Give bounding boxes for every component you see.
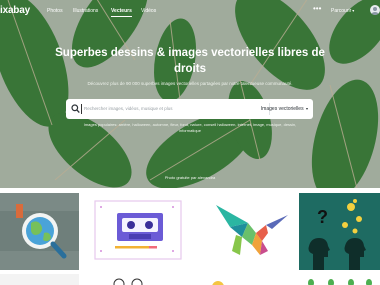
hummingbird-illustration bbox=[216, 205, 288, 255]
browse-menu[interactable]: Parcourir▾ bbox=[331, 8, 354, 14]
more-menu-icon[interactable]: ••• bbox=[313, 5, 321, 13]
popular-searches[interactable]: Images populaires: arrière, halloween, a… bbox=[76, 122, 304, 134]
image-tile-cassette[interactable] bbox=[81, 193, 194, 270]
chevron-down-icon: ▾ bbox=[305, 106, 308, 111]
sun-illustration bbox=[212, 281, 224, 285]
plants-illustration bbox=[308, 279, 372, 285]
browse-label: Parcourir bbox=[331, 8, 352, 14]
svg-text:?: ? bbox=[317, 207, 328, 227]
page-title: Superbes dessins & images vectorielles l… bbox=[55, 47, 325, 75]
top-navigation: ixabay Photos Illustrations Vecteurs Vid… bbox=[0, 0, 380, 22]
robot-illustration bbox=[113, 278, 143, 285]
search-input[interactable]: Rechercher images, vidéos, musique et pl… bbox=[84, 106, 264, 111]
nav-illustrations[interactable]: Illustrations bbox=[73, 8, 98, 14]
image-tile-hummingbird[interactable] bbox=[196, 193, 297, 270]
text-caret bbox=[81, 104, 82, 114]
chevron-down-icon: ▾ bbox=[352, 8, 355, 13]
leaf-background bbox=[0, 0, 380, 188]
site-logo[interactable]: ixabay bbox=[0, 5, 30, 16]
image-tile-row2-3[interactable] bbox=[196, 274, 297, 285]
user-avatar-icon[interactable] bbox=[370, 5, 380, 15]
search-icon[interactable] bbox=[71, 104, 80, 114]
image-tile-row2-4[interactable] bbox=[299, 274, 380, 285]
heads-ideas-illustration: ? bbox=[299, 193, 380, 270]
hero-banner: ixabay Photos Illustrations Vecteurs Vid… bbox=[0, 0, 380, 188]
photo-credit[interactable]: Photo gratuite par alexandra bbox=[140, 175, 240, 180]
image-tile-ideas[interactable]: ? bbox=[299, 193, 380, 270]
search-bar: Rechercher images, vidéos, musique et pl… bbox=[66, 99, 313, 119]
cassette-illustration bbox=[94, 200, 182, 260]
search-type-select[interactable]: Images vectorielles ▾ bbox=[261, 106, 308, 112]
image-tile-globe[interactable] bbox=[0, 193, 79, 270]
image-tile-row2-1[interactable] bbox=[0, 274, 79, 285]
page-subtitle: Découvrez plus de 90 000 superbes images… bbox=[87, 81, 293, 86]
globe-magnifier-illustration bbox=[0, 204, 79, 259]
search-type-label: Images vectorielles bbox=[260, 106, 304, 112]
image-tile-row2-2[interactable] bbox=[81, 274, 194, 285]
nav-videos[interactable]: Vidéos bbox=[141, 8, 156, 14]
nav-vectors[interactable]: Vecteurs bbox=[111, 8, 132, 17]
nav-photos[interactable]: Photos bbox=[47, 8, 63, 14]
